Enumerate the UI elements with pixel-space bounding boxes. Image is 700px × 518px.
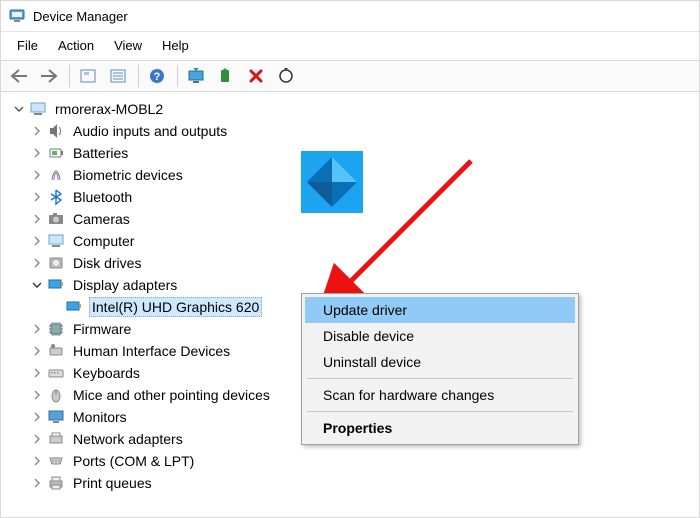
tree-root-label: rmorerax-MOBL2 <box>53 100 165 118</box>
scan-hardware-button[interactable] <box>272 62 300 90</box>
menu-action[interactable]: Action <box>48 36 104 55</box>
menu-file[interactable]: File <box>7 36 48 55</box>
ctx-properties[interactable]: Properties <box>305 415 575 441</box>
menu-help[interactable]: Help <box>152 36 199 55</box>
expand-icon[interactable] <box>29 211 45 227</box>
ctx-uninstall[interactable]: Uninstall device <box>305 349 575 375</box>
tree-item-label: Audio inputs and outputs <box>71 122 229 140</box>
disk-icon <box>47 254 65 272</box>
network-icon <box>47 430 65 448</box>
tree-item-label: Mice and other pointing devices <box>71 386 272 404</box>
tree-item-label: Print queues <box>71 474 154 492</box>
tree-root[interactable]: rmorerax-MOBL2 <box>11 98 699 120</box>
expand-icon[interactable] <box>29 255 45 271</box>
forward-button[interactable] <box>35 62 63 90</box>
window-title: Device Manager <box>33 9 128 24</box>
titlebar: Device Manager <box>1 1 699 32</box>
port-icon <box>47 452 65 470</box>
svg-text:?: ? <box>154 71 161 83</box>
ctx-scan-hardware[interactable]: Scan for hardware changes <box>305 382 575 408</box>
hid-icon <box>47 342 65 360</box>
collapse-icon[interactable] <box>29 277 45 293</box>
ctx-separator <box>307 411 573 412</box>
help-button[interactable]: ? <box>143 62 171 90</box>
properties-pane-button[interactable] <box>104 62 132 90</box>
tree-item-printq[interactable]: Print queues <box>11 472 699 494</box>
tree-item-label: Firmware <box>71 320 133 338</box>
expand-icon[interactable] <box>29 453 45 469</box>
back-button[interactable] <box>5 62 33 90</box>
tree-item-label: Batteries <box>71 144 130 162</box>
tree-item-label: Bluetooth <box>71 188 134 206</box>
device-manager-icon <box>9 8 25 24</box>
expand-icon[interactable] <box>29 365 45 381</box>
expand-icon[interactable] <box>29 343 45 359</box>
tree-item-label: Disk drives <box>71 254 143 272</box>
expand-icon[interactable] <box>29 189 45 205</box>
tree-item-label: Computer <box>71 232 136 250</box>
tree-item-label: Biometric devices <box>71 166 185 184</box>
expand-icon[interactable] <box>29 321 45 337</box>
computer-icon <box>29 100 47 118</box>
bluetooth-icon <box>47 188 65 206</box>
expand-icon[interactable] <box>29 167 45 183</box>
display-adapter-icon <box>47 276 65 294</box>
enable-device-button[interactable] <box>212 62 240 90</box>
expand-icon[interactable] <box>29 233 45 249</box>
pc-icon <box>47 232 65 250</box>
collapse-icon[interactable] <box>11 101 27 117</box>
tree-item-audio[interactable]: Audio inputs and outputs <box>11 120 699 142</box>
update-driver-button[interactable] <box>182 62 210 90</box>
uninstall-device-button[interactable] <box>242 62 270 90</box>
chip-icon <box>47 320 65 338</box>
toolbar: ? <box>1 60 699 92</box>
expand-icon[interactable] <box>29 123 45 139</box>
expand-icon[interactable] <box>29 145 45 161</box>
device-manager-window: { "title": "Device Manager", "menubar": … <box>0 0 700 518</box>
tree-item-label: Intel(R) UHD Graphics 620 <box>89 297 262 317</box>
battery-icon <box>47 144 65 162</box>
tree-item-disk[interactable]: Disk drives <box>11 252 699 274</box>
tree-item-label: Human Interface Devices <box>71 342 232 360</box>
ctx-disable-device[interactable]: Disable device <box>305 323 575 349</box>
tree-item-label: Cameras <box>71 210 132 228</box>
monitor-icon <box>47 408 65 426</box>
tree-item-label: Display adapters <box>71 276 179 294</box>
expand-icon[interactable] <box>29 409 45 425</box>
tree-item-computer[interactable]: Computer <box>11 230 699 252</box>
toolbar-separator <box>138 65 139 87</box>
printer-icon <box>47 474 65 492</box>
speaker-icon <box>47 122 65 140</box>
expand-icon[interactable] <box>29 387 45 403</box>
show-hidden-button[interactable] <box>74 62 102 90</box>
ctx-update-driver[interactable]: Update driver <box>305 297 575 323</box>
toolbar-separator <box>69 65 70 87</box>
tree-item-ports[interactable]: Ports (COM & LPT) <box>11 450 699 472</box>
menubar: File Action View Help <box>1 32 699 60</box>
tree-item-label: Network adapters <box>71 430 185 448</box>
tree-item-label: Ports (COM & LPT) <box>71 452 196 470</box>
watermark-logo <box>301 151 363 213</box>
camera-icon <box>47 210 65 228</box>
fingerprint-icon <box>47 166 65 184</box>
ctx-separator <box>307 378 573 379</box>
tree-item-label: Monitors <box>71 408 129 426</box>
keyboard-icon <box>47 364 65 382</box>
expand-icon[interactable] <box>29 475 45 491</box>
mouse-icon <box>47 386 65 404</box>
display-adapter-icon <box>65 298 83 316</box>
tree-item-label: Keyboards <box>71 364 142 382</box>
toolbar-separator <box>177 65 178 87</box>
expand-icon[interactable] <box>29 431 45 447</box>
menu-view[interactable]: View <box>104 36 152 55</box>
context-menu: Update driver Disable device Uninstall d… <box>301 293 579 445</box>
spacer <box>47 299 63 315</box>
